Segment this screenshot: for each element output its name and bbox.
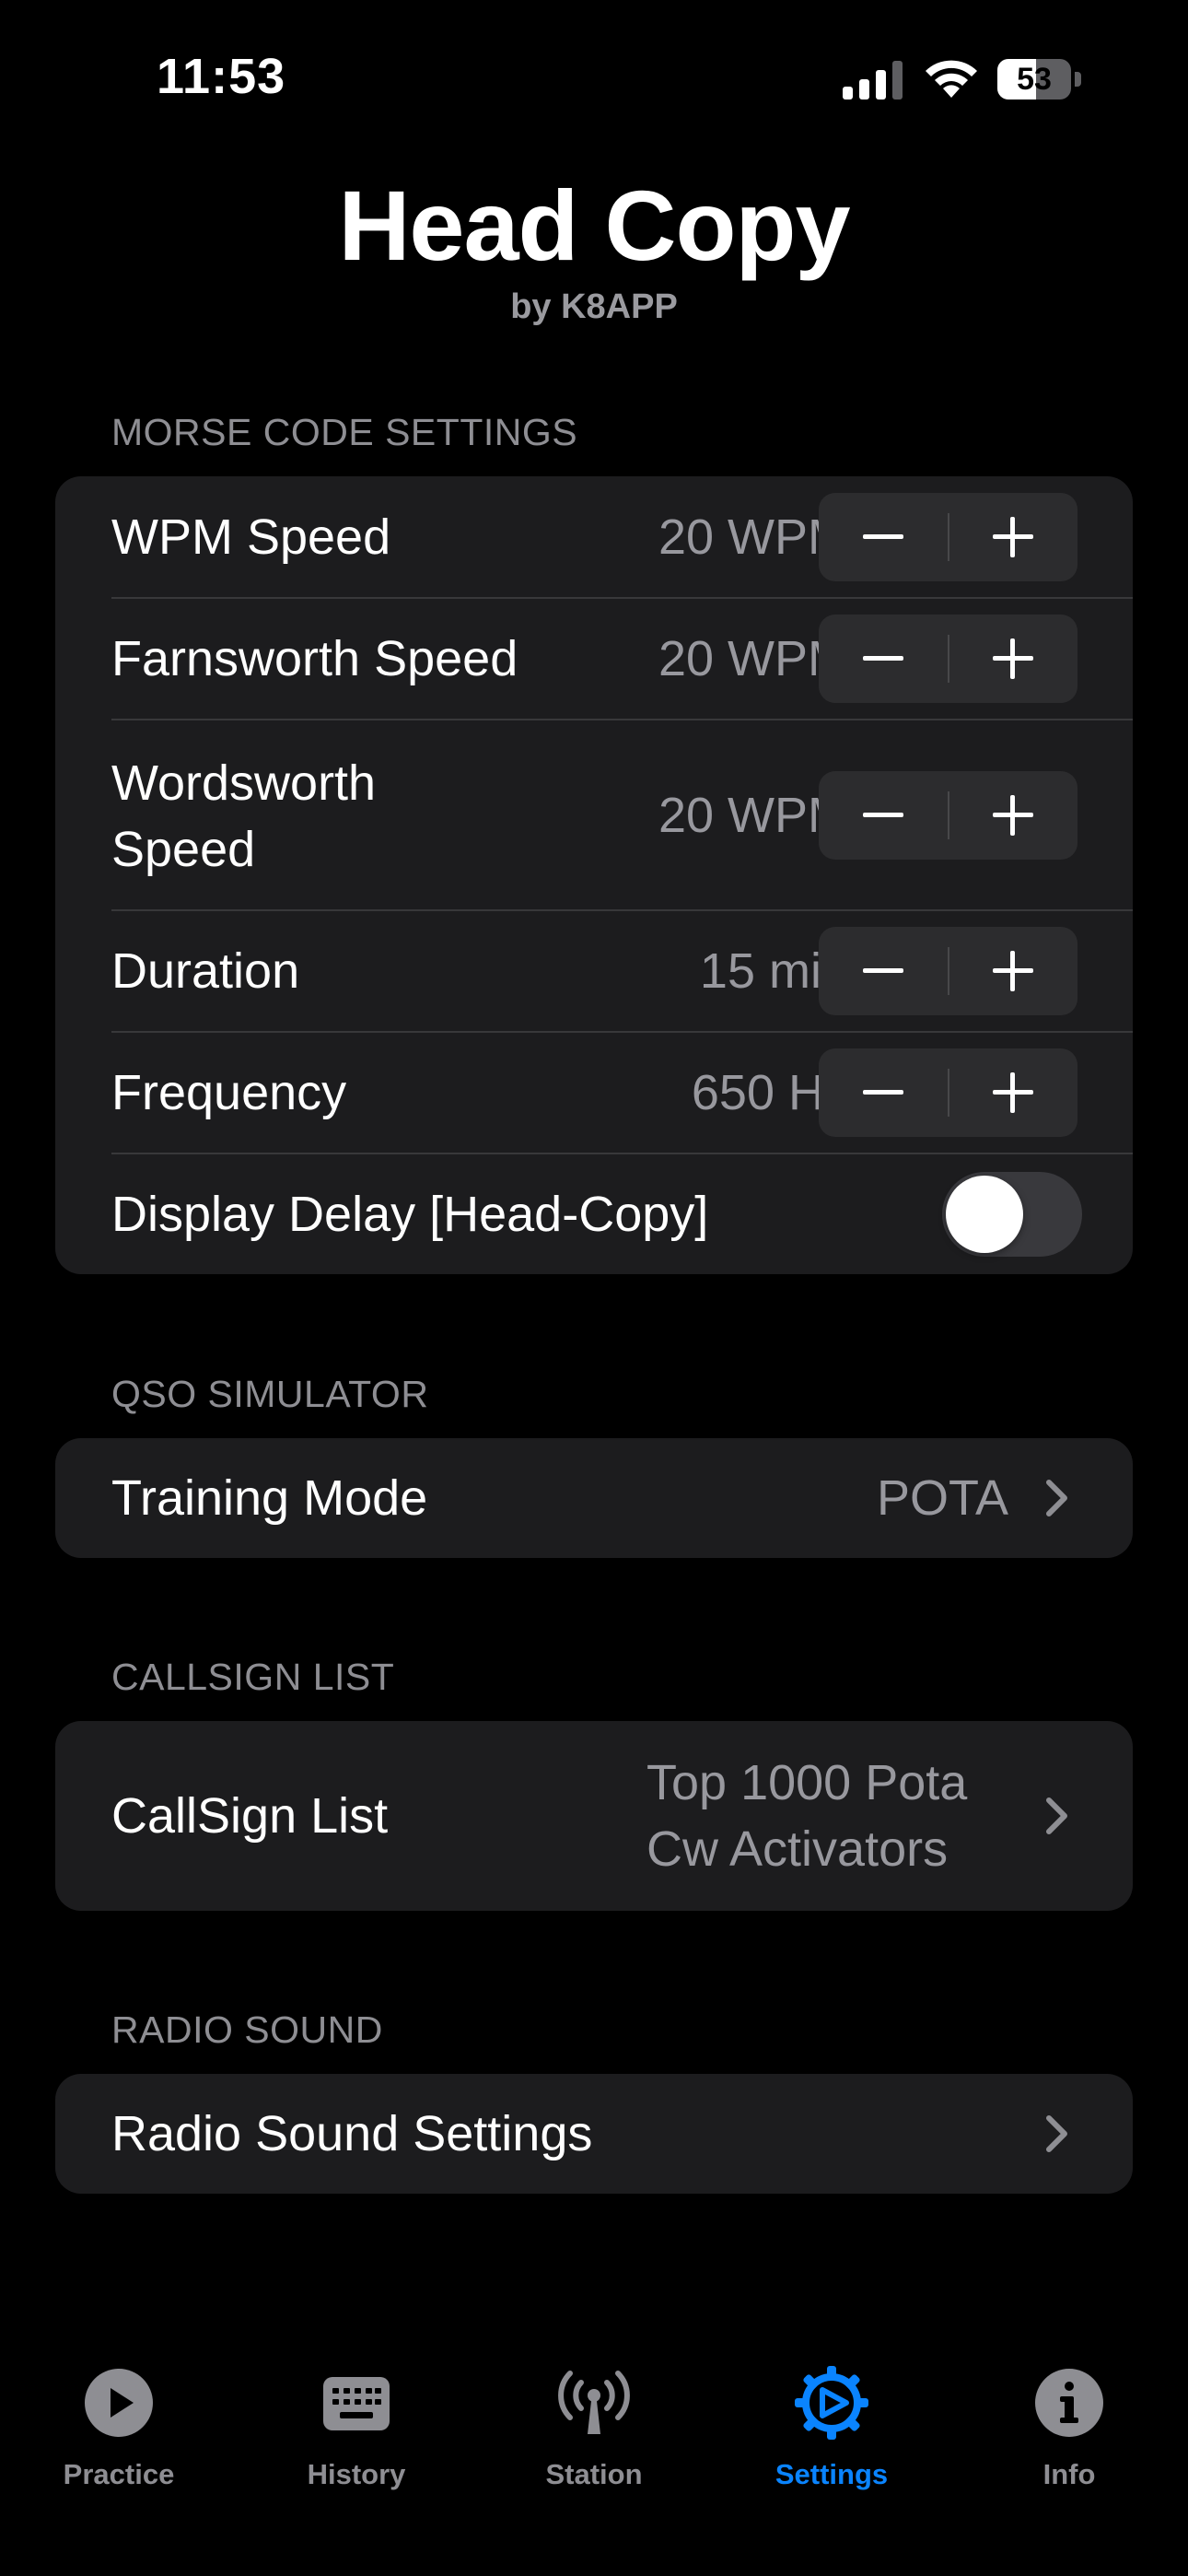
plus-icon [993, 1072, 1033, 1113]
tab-label: Info [1042, 2458, 1096, 2490]
farnsworth-speed-row: Farnsworth Speed 20 WPM [55, 599, 1133, 720]
wpm-speed-increment-button[interactable] [949, 493, 1077, 581]
tab-label: History [307, 2458, 406, 2490]
frequency-decrement-button[interactable] [819, 1048, 948, 1137]
wpm-speed-label: WPM Speed [111, 509, 391, 565]
display-delay-toggle[interactable] [942, 1172, 1082, 1257]
frequency-label: Frequency [111, 1065, 347, 1120]
minus-icon [863, 813, 903, 817]
frequency-stepper[interactable] [819, 1048, 1077, 1137]
duration-increment-button[interactable] [949, 927, 1077, 1015]
callsign-list-value-line2: Cw Activators [646, 1821, 949, 1877]
plus-icon [993, 638, 1033, 679]
chevron-right-icon [1046, 2115, 1067, 2152]
section-header-qso: QSO SIMULATOR [111, 1373, 429, 1415]
farnsworth-speed-stepper[interactable] [819, 615, 1077, 703]
farnsworth-speed-increment-button[interactable] [949, 615, 1077, 703]
section-header-radio-sound: RADIO SOUND [111, 2008, 383, 2051]
page-title: Head Copy [338, 170, 850, 281]
wordsworth-speed-label: Wordsworth Speed [111, 750, 376, 883]
keyboard-icon [323, 2377, 390, 2430]
section-header-callsign: CALLSIGN LIST [111, 1656, 395, 1698]
plus-icon [993, 517, 1033, 557]
duration-label: Duration [111, 943, 300, 999]
tab-bar: Practice History Station Settings Info [0, 2340, 1188, 2576]
tab-label: Settings [775, 2458, 889, 2490]
tab-info[interactable]: Info [950, 2340, 1188, 2524]
section-header-morse: MORSE CODE SETTINGS [111, 411, 578, 453]
training-mode-row[interactable]: Training Mode POTA [55, 1438, 1133, 1558]
tab-history[interactable]: History [238, 2340, 475, 2524]
minus-icon [863, 534, 903, 539]
tab-settings[interactable]: Settings [713, 2340, 950, 2524]
duration-stepper[interactable] [819, 927, 1077, 1015]
radio-sound-settings-row[interactable]: Radio Sound Settings [55, 2074, 1133, 2194]
play-circle-icon [85, 2369, 153, 2437]
frequency-increment-button[interactable] [949, 1048, 1077, 1137]
duration-row: Duration 15 min [55, 911, 1133, 1032]
toggle-knob [946, 1176, 1023, 1253]
wordsworth-speed-label-line1: Wordsworth [111, 755, 377, 811]
plus-icon [993, 951, 1033, 991]
page-subtitle: by K8APP [510, 287, 678, 326]
plus-icon [993, 795, 1033, 836]
tab-label: Station [545, 2458, 643, 2490]
wordsworth-speed-stepper[interactable] [819, 771, 1077, 860]
farnsworth-speed-decrement-button[interactable] [819, 615, 948, 703]
frequency-row: Frequency 650 Hz [55, 1033, 1133, 1153]
chevron-right-icon [1046, 1797, 1067, 1834]
display-delay-label: Display Delay [Head-Copy] [111, 1187, 709, 1242]
battery-icon: 53 [997, 59, 1082, 100]
tab-station[interactable]: Station [475, 2340, 713, 2524]
tab-label: Practice [63, 2458, 175, 2490]
wordsworth-speed-increment-button[interactable] [949, 771, 1077, 860]
minus-icon [863, 1090, 903, 1095]
callsign-list-value: Top 1000 Pota Cw Activators [646, 1750, 967, 1882]
status-bar: 11:53 53 [0, 0, 1188, 157]
tab-practice[interactable]: Practice [0, 2340, 238, 2524]
antenna-icon [558, 2371, 630, 2434]
wordsworth-speed-label-line2: Speed [111, 822, 256, 877]
minus-icon [863, 968, 903, 973]
radio-sound-settings-label: Radio Sound Settings [111, 2106, 593, 2161]
farnsworth-speed-label: Farnsworth Speed [111, 631, 518, 686]
chevron-right-icon [1046, 1480, 1067, 1516]
callsign-list-row[interactable]: CallSign List Top 1000 Pota Cw Activator… [55, 1721, 1133, 1911]
gear-play-icon [795, 2366, 868, 2440]
callsign-list-value-line1: Top 1000 Pota [646, 1755, 968, 1810]
callsign-list-label: CallSign List [111, 1788, 389, 1844]
training-mode-label: Training Mode [111, 1470, 428, 1526]
duration-decrement-button[interactable] [819, 927, 948, 1015]
wordsworth-speed-row: Wordsworth Speed 20 WPM [55, 720, 1133, 910]
battery-percent: 53 [1017, 62, 1052, 97]
status-time: 11:53 [157, 49, 286, 104]
cellular-signal-icon [843, 61, 903, 100]
wpm-speed-row: WPM Speed 20 WPM [55, 476, 1133, 598]
minus-icon [863, 656, 903, 661]
wifi-icon [926, 60, 977, 98]
wpm-speed-stepper[interactable] [819, 493, 1077, 581]
wpm-speed-decrement-button[interactable] [819, 493, 948, 581]
morse-settings-card: WPM Speed 20 WPM Farnsworth Speed 20 WPM [55, 476, 1133, 1274]
training-mode-value: POTA [876, 1470, 1008, 1526]
info-circle-icon [1035, 2369, 1103, 2437]
display-delay-row: Display Delay [Head-Copy] [55, 1154, 1133, 1274]
wordsworth-speed-decrement-button[interactable] [819, 771, 948, 860]
